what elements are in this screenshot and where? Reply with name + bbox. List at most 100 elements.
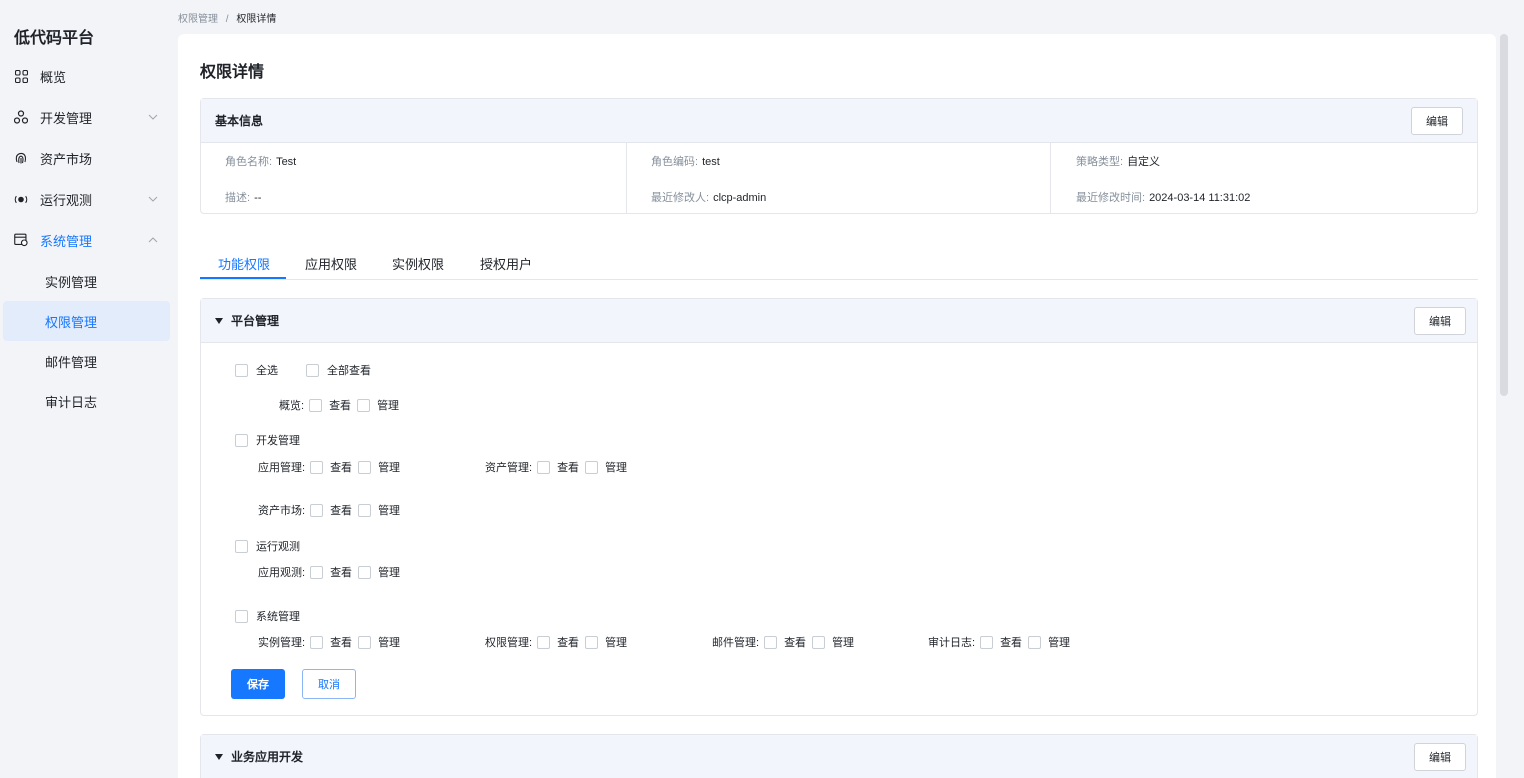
business-app-dev-panel: 业务应用开发 编辑 — [200, 734, 1478, 778]
breadcrumb-parent-link[interactable]: 权限管理 — [178, 14, 218, 25]
manage-label: 管理 — [378, 637, 401, 649]
sidebar-subitem-permission-management[interactable]: 权限管理 — [3, 301, 170, 341]
view-all-checkbox[interactable] — [306, 363, 319, 377]
chevron-down-icon[interactable] — [147, 193, 159, 205]
ops-observe-label: 运行观测 — [256, 541, 300, 553]
manage-label: 管理 — [377, 400, 400, 412]
asset-management-manage-checkbox[interactable] — [585, 460, 599, 474]
scrollbar-thumb[interactable] — [1500, 34, 1508, 396]
audit-log-permission-group: 审计日志: 查看 管理 — [928, 634, 1076, 650]
role-code-value: test — [702, 156, 720, 168]
business-app-dev-header[interactable]: 业务应用开发 编辑 — [201, 735, 1477, 778]
sidebar-subitem-audit-log[interactable]: 审计日志 — [3, 381, 170, 421]
basic-info-edit-button[interactable]: 编辑 — [1411, 107, 1463, 135]
view-label: 查看 — [784, 637, 807, 649]
tab-authorized-users[interactable]: 授权用户 — [480, 254, 532, 273]
permission-management-permission-group: 权限管理: 查看 管理 — [485, 634, 633, 650]
app-observe-permission-group: 应用观测: 查看 管理 — [258, 564, 406, 580]
sidebar-item-overview[interactable]: 概览 — [0, 56, 178, 96]
app-management-permission-group: 应用管理: 查看 管理 — [258, 459, 406, 475]
asset-market-manage-checkbox[interactable] — [358, 503, 372, 517]
instance-management-label: 实例管理: — [258, 637, 306, 649]
asset-market-permission-group: 资产市场: 查看 管理 — [258, 502, 406, 518]
basic-info-title: 基本信息 — [215, 114, 264, 128]
instance-management-view-checkbox[interactable] — [310, 635, 324, 649]
role-name-field: 角色名称: Test — [225, 153, 296, 169]
modified-by-value: clcp-admin — [713, 192, 767, 204]
view-label: 查看 — [330, 505, 353, 517]
sidebar-item-system-management[interactable]: 系统管理 — [0, 220, 178, 260]
dev-management-checkbox[interactable] — [235, 433, 248, 447]
policy-type-value: 自定义 — [1127, 156, 1161, 168]
breadcrumb-separator: / — [225, 14, 229, 25]
permission-management-label: 权限管理: — [485, 637, 533, 649]
select-all-row: 全选 全部查看 — [235, 362, 371, 378]
tab-function-permission[interactable]: 功能权限 — [218, 254, 270, 273]
permission-management-view-checkbox[interactable] — [537, 635, 551, 649]
save-button[interactable]: 保存 — [231, 669, 285, 699]
tab-instance-permission[interactable]: 实例权限 — [392, 254, 444, 273]
sidebar-subitem-mail-management[interactable]: 邮件管理 — [3, 341, 170, 381]
mail-management-label: 邮件管理: — [712, 637, 760, 649]
ops-observe-checkbox[interactable] — [235, 539, 248, 553]
app-observe-manage-checkbox[interactable] — [358, 565, 372, 579]
app-logo-title: 低代码平台 — [14, 30, 95, 47]
sidebar-item-dev-management[interactable]: 开发管理 — [0, 97, 178, 137]
breadcrumb: 权限管理 / 权限详情 — [178, 10, 276, 25]
sidebar-subitem-instance-management[interactable]: 实例管理 — [3, 261, 170, 301]
select-all-checkbox[interactable] — [235, 363, 248, 377]
cancel-button[interactable]: 取消 — [302, 669, 356, 699]
app-management-manage-checkbox[interactable] — [358, 460, 372, 474]
permission-management-manage-checkbox[interactable] — [585, 635, 599, 649]
platform-management-header[interactable]: 平台管理 编辑 — [201, 299, 1477, 343]
mail-management-view-checkbox[interactable] — [764, 635, 778, 649]
app-observe-label: 应用观测: — [258, 567, 306, 579]
modified-by-label: 最近修改人: — [651, 192, 710, 204]
asset-market-view-checkbox[interactable] — [310, 503, 324, 517]
description-label: 描述: — [225, 192, 251, 204]
sidebar-item-ops-observe[interactable]: 运行观测 — [0, 179, 178, 219]
mail-management-manage-checkbox[interactable] — [812, 635, 826, 649]
platform-management-panel: 平台管理 编辑 全选 全部查看 概览: 查看 管理 开发管理 应用管理: 查看 … — [200, 298, 1478, 716]
app-management-label: 应用管理: — [258, 462, 306, 474]
app-management-view-checkbox[interactable] — [310, 460, 324, 474]
sidebar-item-label: 运行观测 — [40, 192, 93, 208]
audit-log-manage-checkbox[interactable] — [1028, 635, 1042, 649]
description-field: 描述: -- — [225, 189, 261, 205]
chevron-down-icon[interactable] — [147, 111, 159, 123]
app-observe-view-checkbox[interactable] — [310, 565, 324, 579]
chevron-up-icon[interactable] — [147, 234, 159, 246]
sidebar-item-label: 资产市场 — [40, 151, 93, 167]
view-label: 查看 — [330, 462, 353, 474]
audit-log-view-checkbox[interactable] — [980, 635, 994, 649]
divider — [626, 143, 627, 213]
manage-label: 管理 — [378, 567, 401, 579]
overview-label: 概览: — [279, 400, 305, 412]
view-all-label: 全部查看 — [327, 365, 371, 377]
active-tab-indicator — [200, 277, 286, 279]
sidebar-item-asset-market[interactable]: 资产市场 — [0, 138, 178, 178]
manage-label: 管理 — [832, 637, 855, 649]
divider — [1050, 143, 1051, 213]
breadcrumb-current: 权限详情 — [236, 14, 277, 25]
business-app-dev-edit-button[interactable]: 编辑 — [1414, 743, 1466, 771]
modified-by-field: 最近修改人: clcp-admin — [651, 189, 766, 205]
view-label: 查看 — [1000, 637, 1023, 649]
caret-down-icon[interactable] — [215, 317, 223, 324]
overview-view-checkbox[interactable] — [309, 398, 323, 412]
caret-down-icon[interactable] — [215, 753, 223, 760]
fingerprint-icon — [14, 151, 28, 165]
system-management-label: 系统管理 — [256, 611, 300, 623]
asset-management-label: 资产管理: — [485, 462, 533, 474]
asset-management-view-checkbox[interactable] — [537, 460, 551, 474]
audit-log-label: 审计日志: — [928, 637, 976, 649]
grid-icon — [14, 69, 28, 83]
dev-management-row: 开发管理 — [235, 432, 300, 448]
overview-manage-checkbox[interactable] — [357, 398, 371, 412]
platform-management-edit-button[interactable]: 编辑 — [1414, 307, 1466, 335]
role-name-label: 角色名称: — [225, 156, 273, 168]
tab-app-permission[interactable]: 应用权限 — [305, 254, 357, 273]
basic-info-header: 基本信息 编辑 — [201, 99, 1477, 143]
system-management-checkbox[interactable] — [235, 609, 248, 623]
instance-management-manage-checkbox[interactable] — [358, 635, 372, 649]
